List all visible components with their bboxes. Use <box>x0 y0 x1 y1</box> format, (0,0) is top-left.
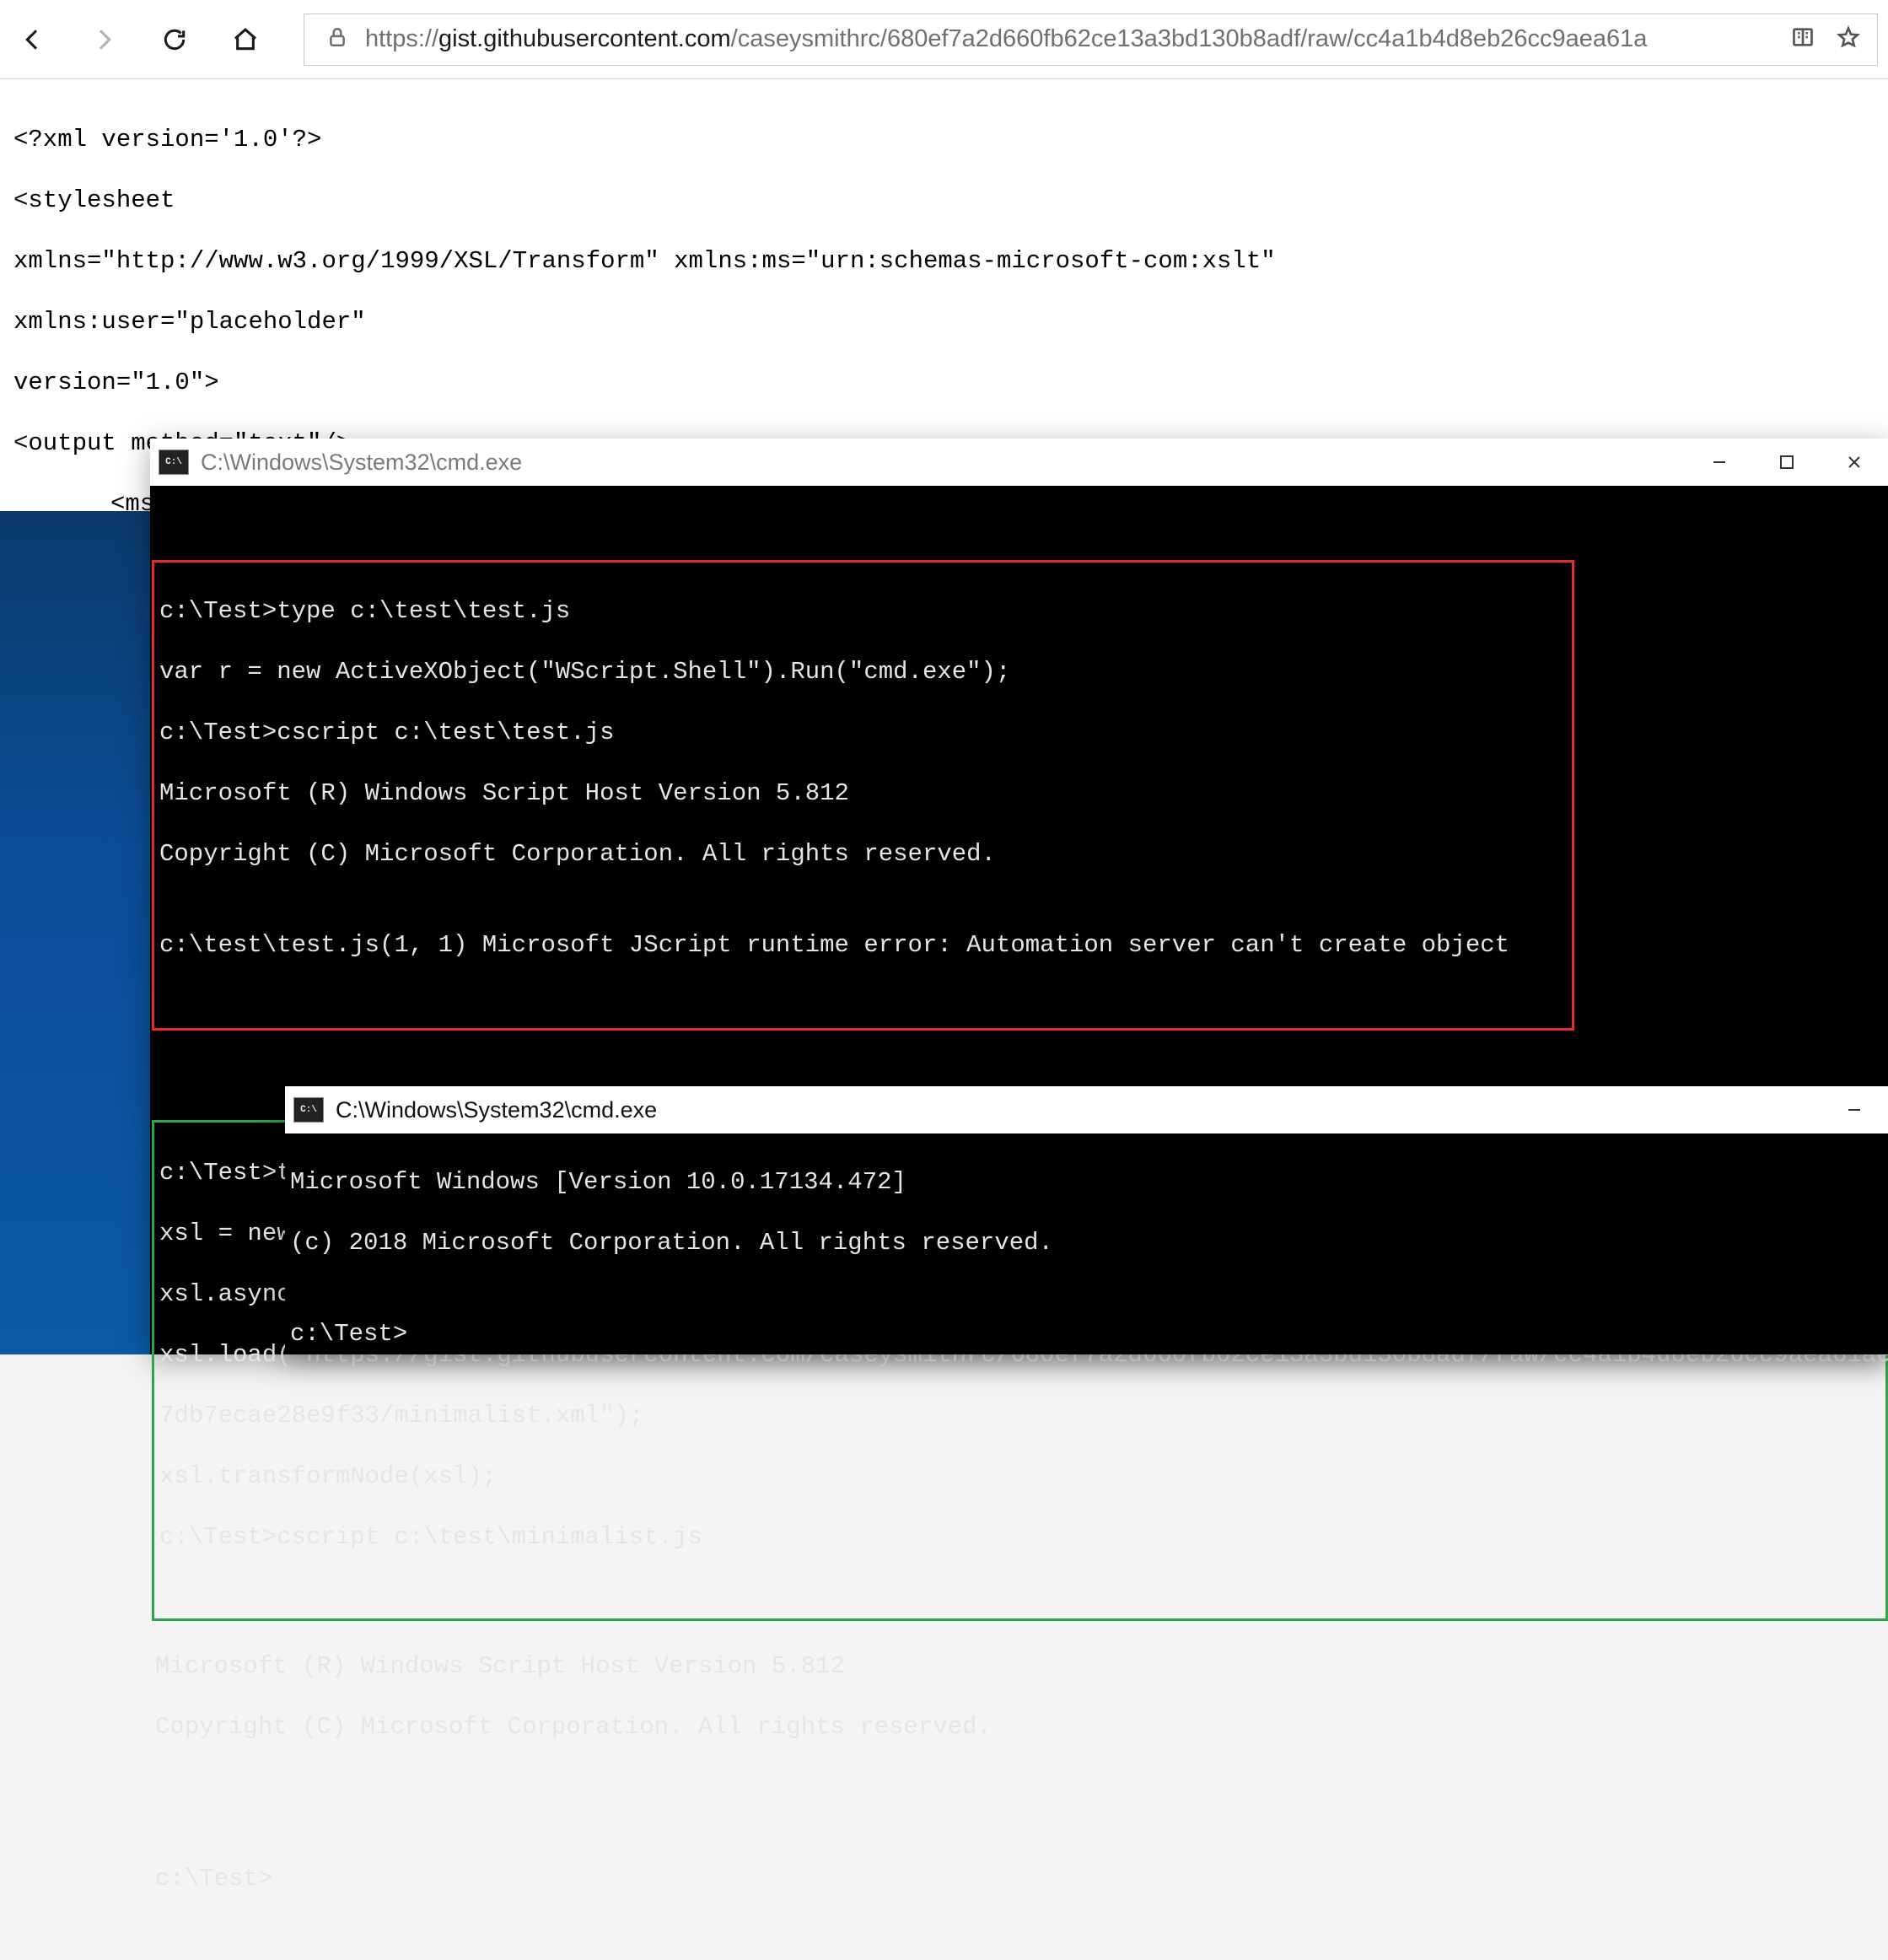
address-bar[interactable]: https://gist.githubusercontent.com/casey… <box>304 13 1878 66</box>
cmd-line: c:\Test>type c:\test\test.js <box>154 596 1572 627</box>
maximize-button[interactable] <box>1753 439 1821 486</box>
cmd-prompt: c:\Test> <box>285 1319 1888 1349</box>
favorite-icon[interactable] <box>1837 25 1860 53</box>
cmd-line: Microsoft (R) Windows Script Host Versio… <box>150 1651 1888 1682</box>
lock-icon <box>326 25 348 53</box>
xml-line: xmlns="http://www.w3.org/1999/XSL/Transf… <box>13 246 1875 277</box>
url-protocol: https:// <box>365 25 438 52</box>
cmd-line: (c) 2018 Microsoft Corporation. All righ… <box>285 1228 1888 1258</box>
forward-button[interactable] <box>81 17 126 62</box>
cmd-icon: C:\ <box>293 1097 324 1123</box>
back-button[interactable] <box>10 17 56 62</box>
browser-toolbar: https://gist.githubusercontent.com/casey… <box>0 0 1888 79</box>
cmd-title: C:\Windows\System32\cmd.exe <box>201 450 1686 476</box>
xml-line: <stylesheet <box>13 186 1875 216</box>
minimize-button[interactable] <box>1686 439 1753 486</box>
xml-line: version="1.0"> <box>13 368 1875 398</box>
cmd-window-child: C:\ C:\Windows\System32\cmd.exe Microsof… <box>285 1086 1888 1354</box>
url-path: /caseysmithrc/680ef7a2d660fb62ce13a3bd13… <box>731 25 1648 52</box>
cmd-line: c:\Test>cscript c:\test\test.js <box>154 718 1572 748</box>
desktop-background <box>0 511 150 1354</box>
reading-view-icon[interactable] <box>1791 25 1815 53</box>
minimize-button[interactable] <box>1821 1086 1888 1133</box>
home-button[interactable] <box>223 17 268 62</box>
cmd-line: c:\Test>cscript c:\test\minimalist.js <box>154 1522 1885 1553</box>
cmd-line: Copyright (C) Microsoft Corporation. All… <box>150 1712 1888 1742</box>
cmd-line: Microsoft Windows [Version 10.0.17134.47… <box>285 1167 1888 1198</box>
cmd-line: xsl.transformNode(xsl); <box>154 1462 1885 1492</box>
xml-line: xmlns:user="placeholder" <box>13 307 1875 337</box>
url-host: gist.githubusercontent.com <box>438 25 731 52</box>
cmd-titlebar[interactable]: C:\ C:\Windows\System32\cmd.exe <box>150 439 1888 486</box>
highlight-red-box: c:\Test>type c:\test\test.js var r = new… <box>152 560 1574 1031</box>
cmd-line: var r = new ActiveXObject("WScript.Shell… <box>154 657 1572 687</box>
cmd-title: C:\Windows\System32\cmd.exe <box>336 1097 1821 1123</box>
close-button[interactable] <box>1821 439 1888 486</box>
xml-line: <?xml version='1.0'?> <box>13 125 1875 155</box>
cmd-line: Copyright (C) Microsoft Corporation. All… <box>154 839 1572 870</box>
cmd-line: Microsoft (R) Windows Script Host Versio… <box>154 778 1572 809</box>
refresh-button[interactable] <box>152 17 197 62</box>
cmd-line: c:\test\test.js(1, 1) Microsoft JScript … <box>154 930 1572 961</box>
cmd-icon: C:\ <box>159 450 189 475</box>
cmd-body[interactable]: Microsoft Windows [Version 10.0.17134.47… <box>285 1133 1888 1415</box>
cmd-titlebar[interactable]: C:\ C:\Windows\System32\cmd.exe <box>285 1086 1888 1133</box>
cmd-prompt: c:\Test> <box>150 1864 1888 1894</box>
url-text: https://gist.githubusercontent.com/casey… <box>365 25 1774 53</box>
